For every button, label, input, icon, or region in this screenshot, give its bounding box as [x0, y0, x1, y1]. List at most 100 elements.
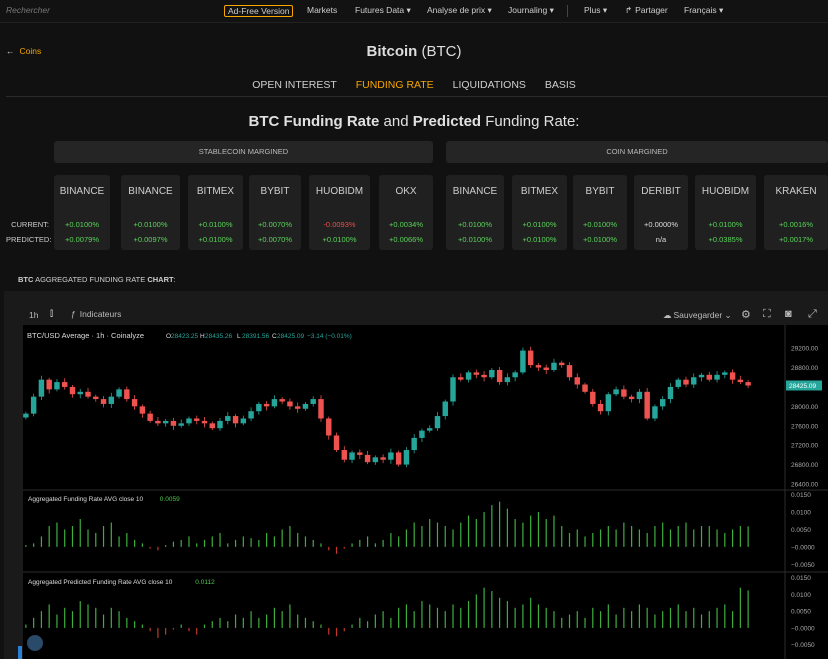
funding-bar: [234, 539, 237, 547]
candle-body: [302, 403, 309, 409]
price-change: −3.14 (−0.01%): [307, 333, 352, 340]
funding-bar: [561, 617, 563, 628]
funding-bar: [522, 522, 524, 547]
candle-body: [318, 399, 324, 419]
candle-body: [93, 396, 99, 400]
funding-bar: [258, 539, 260, 547]
funding-bar: [157, 546, 159, 551]
funding-bar: [491, 591, 493, 628]
funding-bar: [219, 532, 221, 547]
last-price-label: 28425.09: [789, 383, 816, 390]
ohlc-value: 28391.56: [242, 333, 269, 340]
candle-body: [170, 420, 177, 426]
bar-tick-label: −0.0000: [791, 544, 815, 551]
funding-bar: [747, 590, 749, 628]
funding-bar: [646, 607, 648, 628]
funding-bar: [48, 526, 50, 547]
candle-body: [636, 391, 643, 400]
candle-body: [256, 403, 262, 412]
funding-bar: [514, 607, 516, 628]
funding-bar: [297, 532, 299, 547]
funding-bar: [499, 501, 501, 547]
candle-body: [683, 379, 689, 385]
funding-bar: [599, 529, 602, 547]
funding-bar: [180, 624, 182, 628]
funding-bar: [669, 529, 672, 547]
funding-bar: [188, 627, 190, 632]
funding-bar: [390, 532, 392, 547]
price-tick-label: 28800.00: [791, 365, 818, 372]
funding-bar: [553, 515, 555, 547]
funding-bar: [33, 617, 35, 628]
funding-bar: [607, 604, 609, 628]
candle-body: [77, 391, 83, 395]
candle-body: [100, 399, 107, 404]
price-tick-label: 28000.00: [791, 404, 818, 411]
funding-bar: [56, 614, 58, 628]
funding-bar: [335, 546, 338, 554]
funding-bar: [219, 617, 221, 628]
candle-body: [116, 389, 122, 397]
candle-body: [691, 377, 697, 385]
ohlc-value: 28435.26: [205, 333, 232, 340]
funding-bar: [638, 604, 640, 628]
funding-bar: [366, 536, 369, 547]
pane-value: 0.0059: [160, 496, 180, 503]
candle-body: [108, 396, 115, 404]
funding-bar: [537, 604, 540, 628]
candle-body: [147, 413, 153, 421]
pane-title: Aggregated Predicted Funding Rate AVG cl…: [28, 579, 173, 586]
funding-bar: [398, 607, 400, 628]
funding-bar: [95, 607, 97, 628]
funding-bar: [731, 529, 734, 547]
candle-body: [442, 401, 448, 417]
funding-bar: [211, 621, 213, 628]
funding-bar: [211, 536, 213, 547]
funding-bar: [33, 543, 35, 547]
funding-bar: [561, 526, 563, 547]
charts-svg: 29200.0028800.0028400.0028000.0027600.00…: [18, 325, 828, 659]
funding-bar: [467, 601, 470, 628]
funding-bar: [514, 519, 516, 547]
price-tick-label: 27600.00: [791, 423, 818, 430]
funding-bar: [615, 614, 617, 628]
candle-body: [294, 406, 301, 409]
funding-bar: [693, 529, 695, 547]
cloud-logo-icon: [27, 635, 43, 651]
funding-bar: [351, 624, 353, 628]
candle-body: [426, 428, 433, 431]
funding-bar: [599, 611, 602, 628]
funding-bar: [405, 529, 408, 547]
candle-body: [473, 372, 480, 375]
funding-bar: [141, 543, 143, 547]
funding-bar: [716, 607, 718, 628]
candle-body: [155, 420, 161, 424]
funding-bar: [716, 529, 718, 547]
candle-body: [489, 369, 495, 378]
funding-bar: [320, 624, 322, 628]
candle-body: [310, 399, 316, 404]
funding-bar: [731, 611, 734, 628]
pane-value: 0.0112: [195, 579, 215, 586]
funding-bar: [227, 543, 229, 547]
candle-body: [698, 374, 705, 378]
candle-body: [23, 413, 29, 418]
funding-bar: [180, 539, 182, 547]
funding-bar: [87, 604, 89, 628]
funding-bar: [685, 522, 687, 547]
candle-body: [162, 420, 169, 424]
funding-bar: [475, 519, 477, 547]
candle-body: [194, 418, 200, 421]
candle-body: [729, 372, 736, 380]
candle-body: [388, 452, 394, 460]
funding-bar: [196, 543, 198, 547]
funding-bar: [421, 601, 423, 628]
funding-bar: [203, 624, 206, 628]
ohlc-letter: L: [237, 333, 241, 340]
candle-body: [659, 399, 666, 407]
funding-bar: [141, 624, 143, 628]
bar-tick-label: 0.0100: [791, 510, 811, 517]
candle-body: [46, 379, 52, 390]
funding-bar: [638, 529, 640, 547]
funding-bar: [483, 512, 485, 547]
